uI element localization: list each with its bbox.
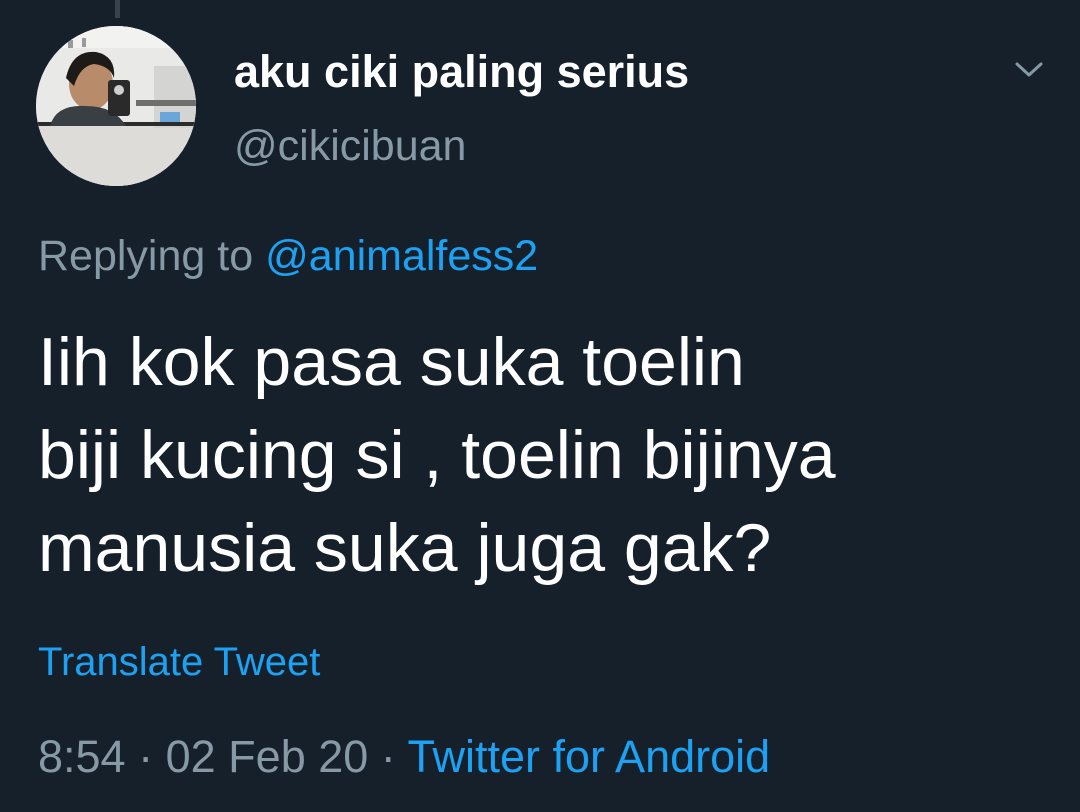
- meta-separator: ·: [138, 731, 154, 782]
- tweet-text-line: manusia suka juga gak?: [38, 510, 772, 586]
- replying-to-line: Replying to @animalfess2: [38, 232, 538, 281]
- replying-to-label: Replying to: [38, 232, 254, 280]
- tweet-options-button[interactable]: [1005, 50, 1053, 90]
- thread-connector-line: [115, 0, 120, 18]
- author-handle[interactable]: @cikicibuan: [234, 122, 466, 171]
- avatar[interactable]: [36, 26, 196, 186]
- meta-separator: ·: [380, 731, 396, 782]
- tweet-text-line: biji kucing si , toelin bijinya: [38, 417, 836, 493]
- reply-mention-link[interactable]: @animalfess2: [265, 232, 538, 280]
- tweet-metadata: 8:54 · 02 Feb 20 · Twitter for Android: [38, 731, 770, 783]
- tweet-source-link[interactable]: Twitter for Android: [408, 731, 771, 782]
- tweet-text-line: Iih kok pasa suka toelin: [38, 324, 745, 400]
- chevron-down-icon: [1015, 62, 1043, 77]
- tweet-text: Iih kok pasa suka toelin biji kucing si …: [38, 316, 1048, 595]
- author-display-name[interactable]: aku ciki paling serius: [234, 46, 689, 98]
- avatar-photo: [36, 26, 196, 186]
- translate-tweet-link[interactable]: Translate Tweet: [38, 640, 320, 685]
- tweet-time: 8:54: [38, 731, 126, 782]
- tweet-date: 02 Feb 20: [165, 731, 369, 782]
